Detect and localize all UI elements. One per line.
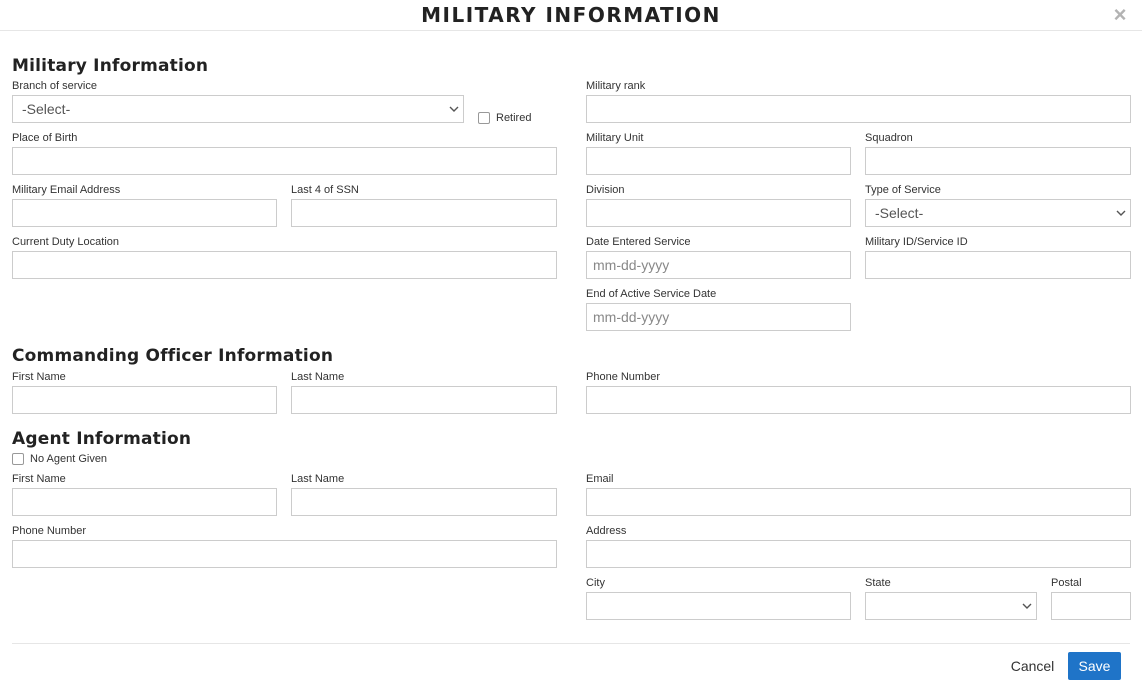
co-phone-input[interactable]: [586, 386, 1131, 414]
agent-phone-input[interactable]: [12, 540, 557, 568]
type-of-service-select[interactable]: -Select-: [865, 199, 1131, 227]
ssn-last4-label: Last 4 of SSN: [291, 184, 359, 196]
chevron-down-icon: [1116, 210, 1126, 216]
agent-address-input[interactable]: [586, 540, 1131, 568]
co-last-name-input[interactable]: [291, 386, 557, 414]
agent-first-name-label: First Name: [12, 473, 66, 485]
retired-label: Retired: [496, 112, 532, 124]
agent-section-title: Agent Information: [12, 429, 192, 449]
agent-phone-label: Phone Number: [12, 525, 86, 537]
place-of-birth-input[interactable]: [12, 147, 557, 175]
current-duty-location-input[interactable]: [12, 251, 557, 279]
chevron-down-icon: [1022, 603, 1032, 609]
current-duty-location-label: Current Duty Location: [12, 236, 119, 248]
agent-email-input[interactable]: [586, 488, 1131, 516]
agent-first-name-input[interactable]: [12, 488, 277, 516]
type-of-service-label: Type of Service: [865, 184, 941, 196]
military-service-id-input[interactable]: [865, 251, 1131, 279]
type-of-service-value: -Select-: [875, 205, 924, 221]
division-label: Division: [586, 184, 625, 196]
military-rank-label: Military rank: [586, 80, 646, 92]
military-section-title: Military Information: [12, 56, 209, 76]
agent-state-select[interactable]: [865, 592, 1037, 620]
agent-postal-label: Postal: [1051, 577, 1082, 589]
military-email-label: Military Email Address: [12, 184, 121, 196]
co-last-name-label: Last Name: [291, 371, 345, 383]
co-first-name-input[interactable]: [12, 386, 277, 414]
footer-divider: [12, 643, 1130, 644]
military-email-input[interactable]: [12, 199, 277, 227]
ssn-last4-input[interactable]: [291, 199, 557, 227]
end-active-service-label: End of Active Service Date: [586, 288, 717, 300]
agent-city-label: City: [586, 577, 605, 589]
agent-address-label: Address: [586, 525, 627, 537]
agent-postal-input[interactable]: [1051, 592, 1131, 620]
agent-city-input[interactable]: [586, 592, 851, 620]
co-phone-label: Phone Number: [586, 371, 660, 383]
date-entered-service-input[interactable]: [586, 251, 851, 279]
branch-of-service-select[interactable]: -Select-: [12, 95, 464, 123]
close-icon[interactable]: ×: [1112, 4, 1128, 26]
retired-checkbox[interactable]: [478, 112, 490, 124]
modal-header: MILITARY INFORMATION ×: [0, 0, 1142, 31]
agent-last-name-label: Last Name: [291, 473, 345, 485]
branch-of-service-label: Branch of service: [12, 80, 97, 92]
squadron-label: Squadron: [865, 132, 913, 144]
place-of-birth-label: Place of Birth: [12, 132, 78, 144]
chevron-down-icon: [449, 106, 459, 112]
military-unit-input[interactable]: [586, 147, 851, 175]
division-input[interactable]: [586, 199, 851, 227]
branch-of-service-value: -Select-: [22, 101, 71, 117]
agent-state-label: State: [865, 577, 891, 589]
squadron-input[interactable]: [865, 147, 1131, 175]
military-rank-input[interactable]: [586, 95, 1131, 123]
no-agent-checkbox[interactable]: [12, 453, 24, 465]
no-agent-label: No Agent Given: [30, 453, 108, 465]
end-active-service-input[interactable]: [586, 303, 851, 331]
date-entered-service-label: Date Entered Service: [586, 236, 691, 248]
military-service-id-label: Military ID/Service ID: [865, 236, 968, 248]
commanding-officer-section-title: Commanding Officer Information: [12, 346, 334, 366]
military-unit-label: Military Unit: [586, 132, 644, 144]
cancel-button[interactable]: Cancel: [1005, 653, 1060, 679]
agent-email-label: Email: [586, 473, 614, 485]
modal-title: MILITARY INFORMATION: [421, 3, 721, 27]
co-first-name-label: First Name: [12, 371, 66, 383]
agent-last-name-input[interactable]: [291, 488, 557, 516]
save-button[interactable]: Save: [1068, 652, 1121, 680]
